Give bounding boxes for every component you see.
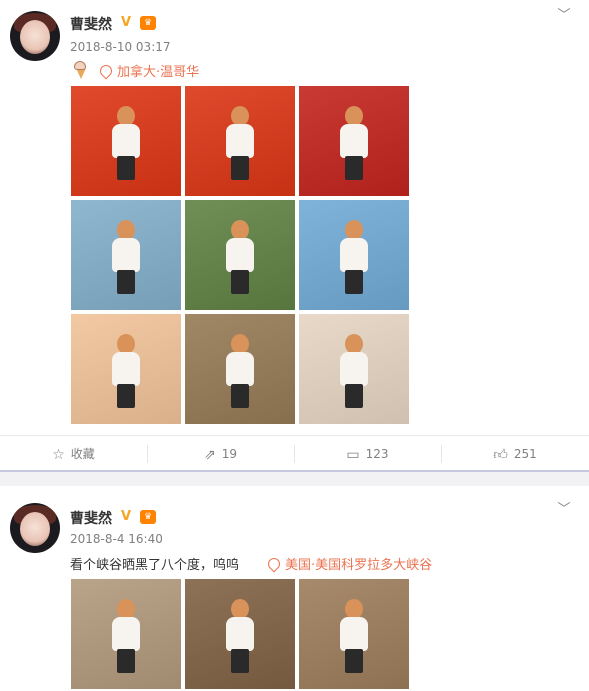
- photo-figure: [337, 106, 371, 184]
- photo-figure: [223, 334, 257, 412]
- author-name[interactable]: 曹斐然: [70, 14, 112, 34]
- post-time[interactable]: 2018-8-4 16:40: [70, 532, 163, 546]
- photo-thumbnail[interactable]: [71, 579, 181, 689]
- like-button[interactable]: 👍︎ 251: [441, 436, 589, 472]
- star-icon: ☆: [52, 447, 65, 463]
- favorite-label: 收藏: [70, 447, 95, 461]
- location-label: 美国·美国科罗拉多大峡谷: [285, 558, 433, 573]
- photo-figure: [109, 334, 143, 412]
- action-bar: ☆ 收藏 ⇗ 19 ▭ 123 👍︎ 251: [0, 435, 589, 471]
- rank-badge-icon[interactable]: ♛: [140, 16, 156, 30]
- photo-thumbnail[interactable]: [185, 314, 295, 424]
- post-time[interactable]: 2018-8-10 03:17: [70, 40, 171, 54]
- location-label: 加拿大·温哥华: [117, 65, 200, 80]
- photo-thumbnail[interactable]: [299, 579, 409, 689]
- photo-thumbnail[interactable]: [299, 200, 409, 310]
- photo-figure: [337, 599, 371, 677]
- location-link[interactable]: 美国·美国科罗拉多大峡谷: [265, 554, 433, 573]
- post-card: 曹斐然 V ♛ ﹀ 2018-8-4 16:40 看个峡谷晒黑了八个度，呜呜 美…: [0, 486, 589, 691]
- post-text: 看个峡谷晒黑了八个度，呜呜: [70, 558, 240, 573]
- comment-count: 123: [365, 447, 389, 461]
- repost-count: 19: [221, 447, 237, 461]
- favorite-button[interactable]: ☆ 收藏: [0, 436, 147, 472]
- photo-thumbnail[interactable]: [185, 86, 295, 196]
- location-link[interactable]: 加拿大·温哥华: [97, 61, 200, 80]
- photo-thumbnail[interactable]: [185, 200, 295, 310]
- photo-figure: [223, 599, 257, 677]
- like-icon: 👍︎: [493, 447, 508, 463]
- photo-thumbnail[interactable]: [71, 200, 181, 310]
- chevron-down-icon[interactable]: ﹀: [556, 503, 572, 516]
- photo-thumbnail[interactable]: [71, 86, 181, 196]
- author-name[interactable]: 曹斐然: [70, 508, 112, 528]
- photo-thumbnail[interactable]: [299, 314, 409, 424]
- post-card: 曹斐然 V ♛ ﹀ 2018-8-10 03:17 加拿大·温哥华 ☆ 收藏 ⇗ 1…: [0, 0, 589, 470]
- verified-icon: V: [121, 509, 132, 524]
- ice-cream-icon: [72, 61, 88, 79]
- photo-thumbnail[interactable]: [185, 579, 295, 689]
- photo-figure: [337, 220, 371, 298]
- comment-icon: ▭: [346, 447, 360, 463]
- photo-figure: [223, 106, 257, 184]
- rank-badge-icon[interactable]: ♛: [140, 510, 156, 524]
- repost-button[interactable]: ⇗ 19: [147, 436, 294, 472]
- photo-figure: [109, 106, 143, 184]
- repost-icon: ⇗: [203, 447, 216, 463]
- like-count: 251: [513, 447, 537, 461]
- location-pin-icon: [265, 555, 283, 573]
- comment-button[interactable]: ▭ 123: [294, 436, 441, 472]
- photo-thumbnail[interactable]: [71, 314, 181, 424]
- photo-figure: [109, 599, 143, 677]
- photo-figure: [109, 220, 143, 298]
- avatar[interactable]: [10, 503, 60, 553]
- photo-figure: [337, 334, 371, 412]
- chevron-down-icon[interactable]: ﹀: [556, 9, 572, 22]
- photo-thumbnail[interactable]: [299, 86, 409, 196]
- location-pin-icon: [97, 62, 115, 80]
- verified-icon: V: [121, 15, 132, 30]
- post-separator: [0, 470, 589, 486]
- avatar[interactable]: [10, 11, 60, 61]
- photo-figure: [223, 220, 257, 298]
